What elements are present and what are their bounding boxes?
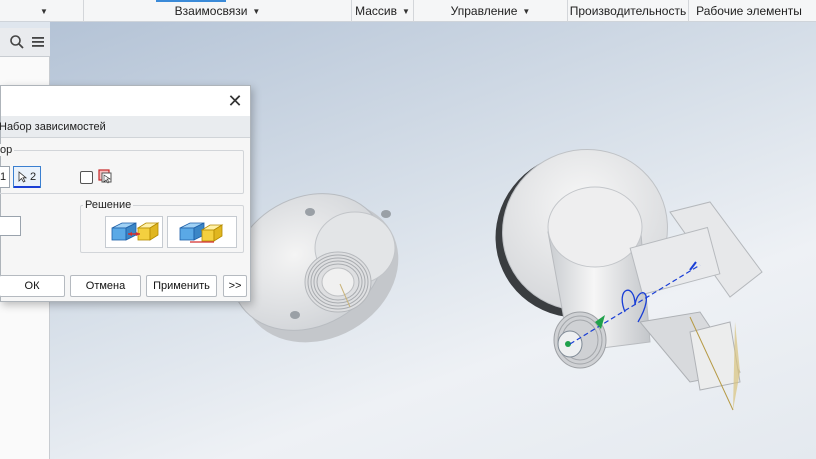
menu-icon[interactable]: [30, 34, 46, 50]
cancel-button[interactable]: Отмена: [70, 275, 141, 297]
flush-solution-icon: [179, 222, 224, 243]
constraint-preview-icon: [98, 169, 112, 184]
apply-button[interactable]: Применить: [146, 275, 217, 297]
right-housing-part[interactable]: [468, 122, 763, 411]
ribbon-group-relationships-label: Взаимосвязи: [174, 4, 248, 18]
ribbon-group-manage-label: Управление: [450, 4, 518, 18]
select-1-label: 1: [0, 171, 7, 183]
ribbon-group-work-features-label: Рабочие элементы: [696, 4, 802, 18]
solution-flush-button[interactable]: [167, 216, 237, 248]
close-icon[interactable]: ✕: [225, 91, 245, 111]
chevron-down-icon: ▼: [522, 6, 531, 16]
ribbon-group-relationships[interactable]: Взаимосвязи ▼: [84, 0, 352, 22]
mate-solution-icon: [111, 222, 160, 241]
chevron-down-icon: ▼: [40, 6, 48, 16]
tab-constraint-set[interactable]: Набор зависимостей: [0, 116, 250, 138]
selection-group: ор 1 2: [0, 144, 244, 194]
more-options-button[interactable]: >>: [223, 275, 247, 297]
solution-group-legend: Решение: [83, 199, 134, 211]
ribbon-group-manage[interactable]: Управление ▼: [414, 0, 568, 22]
chevron-down-icon: ▼: [401, 6, 410, 16]
ribbon-group-pattern[interactable]: Массив ▼: [352, 0, 414, 22]
ribbon-group-pattern-label: Массив: [355, 4, 397, 18]
constraint-set-dialog: ✕ Набор зависимостей ор 1 2 Решение ОК О…: [0, 85, 251, 302]
tab-constraint-set-label: Набор зависимостей: [0, 121, 106, 133]
select-2-label: 2: [29, 171, 37, 183]
browser-toolbar: [0, 28, 50, 57]
search-icon[interactable]: [9, 34, 25, 50]
preview-checkbox[interactable]: [80, 171, 93, 184]
ribbon-group-productivity-label: Производительность: [569, 4, 687, 18]
cursor-arrow-icon: [18, 171, 27, 183]
select-2-underline: [14, 186, 40, 188]
solution-group: Решение: [80, 199, 244, 253]
select-1-button[interactable]: 1: [0, 166, 10, 188]
chevron-down-icon: ▼: [252, 6, 261, 16]
solution-mate-button[interactable]: [105, 216, 163, 248]
ribbon: ▼ Взаимосвязи ▼ Массив ▼ Управление ▼ Пр…: [0, 0, 816, 22]
select-2-button[interactable]: 2: [13, 166, 41, 188]
selection-group-legend: ор: [0, 144, 15, 156]
ribbon-group-work-features[interactable]: Рабочие элементы: [689, 0, 809, 22]
ribbon-group-productivity[interactable]: Производительность: [568, 0, 689, 22]
dialog-titlebar: ✕: [1, 86, 250, 116]
ribbon-group-1[interactable]: ▼: [0, 0, 84, 22]
ok-button[interactable]: ОК: [0, 275, 65, 297]
offset-field[interactable]: [0, 216, 21, 236]
